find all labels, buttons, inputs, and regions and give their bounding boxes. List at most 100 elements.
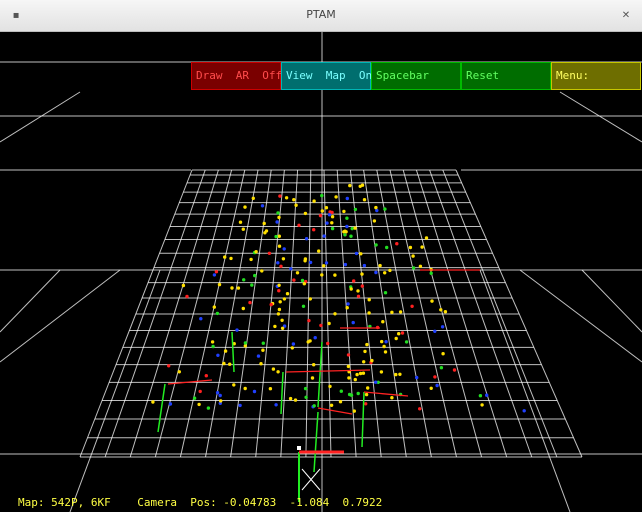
map-point — [289, 267, 293, 271]
map-point — [307, 318, 311, 323]
map-point — [308, 339, 312, 343]
map-point — [293, 398, 298, 402]
keyframe-segment — [285, 369, 371, 373]
map-point — [230, 286, 234, 290]
map-point — [345, 196, 349, 201]
map-point — [290, 346, 294, 350]
map-point — [356, 294, 361, 298]
map-point — [243, 386, 247, 391]
close-icon[interactable]: ✕ — [620, 10, 632, 22]
map-point — [347, 376, 351, 380]
title-bar[interactable]: ▪ PTAM ✕ — [0, 0, 642, 32]
map-point — [415, 375, 419, 380]
keyframe-pole — [231, 331, 235, 373]
grid-line — [349, 169, 382, 458]
map-point — [390, 310, 394, 314]
map-point — [238, 403, 242, 408]
map-point — [395, 242, 399, 246]
map-point — [430, 299, 434, 303]
map-point — [276, 370, 280, 374]
map-point — [215, 391, 220, 395]
map-point — [433, 329, 437, 333]
map-point — [249, 257, 253, 262]
view-map-toggle-button[interactable]: View Map On — [281, 62, 372, 90]
map-point — [261, 341, 265, 345]
map-point — [354, 251, 359, 256]
map-viewport[interactable]: Draw AR Off View Map On Spacebar Reset M… — [0, 32, 642, 512]
draw-ar-toggle-button[interactable]: Draw AR Off — [191, 62, 282, 90]
map-point — [216, 353, 220, 357]
map-point — [308, 297, 312, 301]
floor-grid — [0, 32, 642, 512]
menu-button[interactable]: Menu: — [551, 62, 641, 90]
map-point — [295, 271, 300, 275]
map-point — [252, 389, 257, 394]
map-point — [285, 292, 290, 296]
map-point — [277, 289, 281, 293]
map-point — [356, 289, 360, 293]
reset-button[interactable]: Reset — [461, 62, 551, 90]
map-point — [440, 325, 445, 329]
map-point — [338, 400, 343, 404]
map-3d-scene[interactable] — [0, 32, 642, 512]
map-point — [330, 221, 334, 225]
map-point — [439, 308, 443, 312]
map-point — [310, 376, 315, 380]
map-point — [214, 270, 219, 274]
map-point — [364, 392, 369, 397]
map-point — [279, 264, 283, 268]
map-point — [346, 364, 351, 369]
map-point — [480, 403, 484, 407]
map-point — [167, 364, 171, 368]
map-point — [485, 393, 489, 397]
map-point — [271, 367, 276, 371]
map-point — [206, 406, 211, 410]
map-point — [349, 287, 353, 291]
map-point — [350, 226, 354, 231]
map-point — [424, 236, 429, 240]
map-point — [212, 273, 217, 277]
map-point — [383, 291, 388, 295]
map-point — [333, 312, 337, 316]
keyframe-pole — [317, 341, 323, 408]
map-point — [384, 340, 388, 344]
map-point — [411, 254, 415, 258]
map-point — [218, 393, 222, 398]
map-point — [327, 213, 332, 217]
map-point — [333, 273, 337, 277]
spacebar-button[interactable]: Spacebar — [371, 62, 461, 90]
map-point — [204, 374, 208, 378]
map-point — [274, 403, 278, 407]
map-point — [241, 227, 245, 231]
map-point — [253, 273, 257, 278]
grid-line — [429, 169, 533, 458]
map-point — [327, 321, 331, 326]
map-point — [452, 368, 457, 372]
map-point — [211, 344, 215, 349]
map-point — [429, 386, 433, 390]
map-point — [322, 264, 326, 268]
map-point — [304, 237, 309, 241]
map-point — [291, 342, 296, 346]
grid-line — [230, 169, 272, 458]
grid-line — [205, 169, 259, 458]
grid-line — [336, 169, 357, 458]
map-point — [394, 336, 398, 341]
map-point — [177, 370, 181, 374]
map-point — [348, 183, 352, 188]
map-point — [262, 221, 266, 226]
map-point — [478, 394, 483, 398]
map-point — [326, 341, 330, 346]
map-point — [267, 251, 272, 255]
map-point — [276, 211, 280, 215]
map-point — [302, 282, 306, 286]
map-point — [329, 403, 334, 407]
map-point — [236, 286, 241, 290]
grid-line — [519, 269, 642, 363]
camera-origin — [297, 446, 301, 450]
map-point — [232, 383, 236, 387]
map-point — [360, 284, 364, 288]
map-point — [346, 353, 351, 357]
map-point — [383, 350, 388, 354]
map-point — [439, 366, 444, 370]
